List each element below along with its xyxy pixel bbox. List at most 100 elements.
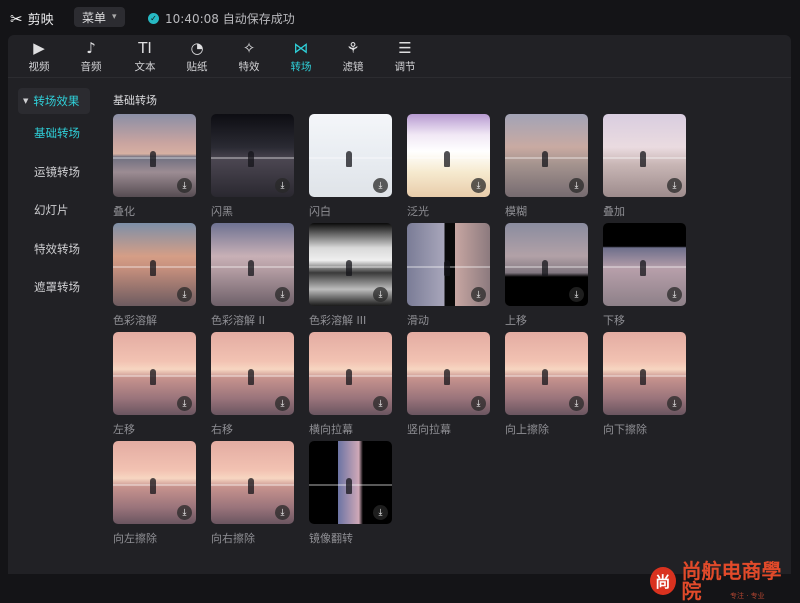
transition-name: 闪白 (309, 205, 331, 218)
sidebar-item[interactable]: 遮罩转场 (18, 268, 90, 307)
tab-text[interactable]: TI 文本 (122, 38, 168, 74)
transition-thumbnail[interactable]: ⤓ (113, 441, 196, 524)
tab-filter[interactable]: ⚘ 滤镜 (330, 38, 376, 74)
figure-silhouette (247, 260, 254, 277)
transition-thumbnail[interactable]: ⤓ (113, 332, 196, 415)
transition-card[interactable]: ⤓ 向右擦除 (211, 441, 294, 546)
figure-silhouette (639, 151, 646, 168)
transition-thumbnail[interactable]: ⤓ (211, 441, 294, 524)
transition-thumbnail[interactable]: ⤓ (603, 332, 686, 415)
transition-card[interactable]: ⤓ 滑动 (407, 223, 490, 328)
download-icon[interactable]: ⤓ (569, 396, 584, 411)
download-icon[interactable]: ⤓ (667, 178, 682, 193)
transition-name: 色彩溶解 II (211, 314, 265, 327)
transition-card[interactable]: ⤓ 横向拉幕 (309, 332, 392, 437)
transition-card[interactable]: ⤓ 叠加 (603, 114, 686, 219)
transition-thumbnail[interactable]: ⤓ (113, 223, 196, 306)
tab-transition[interactable]: ⋈ 转场 (278, 38, 324, 74)
sidebar-item[interactable]: 幻灯片 (18, 191, 90, 230)
watermark: 尚 尚航电商學院 专注 · 专业 (650, 561, 791, 601)
transition-thumbnail[interactable]: ⤓ (309, 441, 392, 524)
download-icon[interactable]: ⤓ (177, 505, 192, 520)
download-icon[interactable]: ⤓ (373, 178, 388, 193)
transition-thumbnail[interactable]: ⤓ (603, 114, 686, 197)
tab-effects[interactable]: ✧ 特效 (226, 38, 272, 74)
download-icon[interactable]: ⤓ (275, 178, 290, 193)
transition-card[interactable]: ⤓ 叠化 (113, 114, 196, 219)
sidebar-item[interactable]: 基础转场 (18, 114, 90, 153)
download-icon[interactable]: ⤓ (471, 178, 486, 193)
download-icon[interactable]: ⤓ (177, 287, 192, 302)
download-icon[interactable]: ⤓ (373, 505, 388, 520)
tab-sticker[interactable]: ◔ 贴纸 (174, 38, 220, 74)
transition-card[interactable]: ⤓ 向下擦除 (603, 332, 686, 437)
transition-card[interactable]: ⤓ 左移 (113, 332, 196, 437)
transition-card[interactable]: ⤓ 竖向拉幕 (407, 332, 490, 437)
sidebar-header-transition-effects[interactable]: ▼ 转场效果 (18, 88, 90, 114)
transition-card[interactable]: ⤓ 右移 (211, 332, 294, 437)
tab-audio[interactable]: ♪ 音频 (68, 38, 114, 74)
section-title: 基础转场 (113, 94, 157, 107)
transition-thumbnail[interactable]: ⤓ (407, 332, 490, 415)
download-icon[interactable]: ⤓ (373, 287, 388, 302)
app-logo: ✂ 剪映 (10, 9, 54, 29)
transition-thumbnail[interactable]: ⤓ (505, 223, 588, 306)
transition-name: 色彩溶解 (113, 314, 157, 327)
download-icon[interactable]: ⤓ (177, 178, 192, 193)
menu-button[interactable]: 菜单 ▾ (74, 7, 125, 27)
transition-thumbnail[interactable]: ⤓ (211, 223, 294, 306)
download-icon[interactable]: ⤓ (471, 396, 486, 411)
download-icon[interactable]: ⤓ (471, 287, 486, 302)
transition-thumbnail[interactable]: ⤓ (407, 223, 490, 306)
transition-thumbnail[interactable]: ⤓ (309, 332, 392, 415)
download-icon[interactable]: ⤓ (569, 178, 584, 193)
transition-thumbnail[interactable]: ⤓ (211, 332, 294, 415)
transition-card[interactable]: ⤓ 色彩溶解 II (211, 223, 294, 328)
transition-card[interactable]: ⤓ 下移 (603, 223, 686, 328)
tab-video[interactable]: ▶ 视频 (16, 38, 62, 74)
adjust-icon: ☰ (398, 39, 412, 57)
download-icon[interactable]: ⤓ (275, 287, 290, 302)
download-icon[interactable]: ⤓ (667, 396, 682, 411)
transition-card[interactable]: ⤓ 色彩溶解 III (309, 223, 392, 328)
tab-label: 特效 (238, 61, 260, 73)
transition-card[interactable]: ⤓ 模糊 (505, 114, 588, 219)
download-icon[interactable]: ⤓ (177, 396, 192, 411)
transition-thumbnail[interactable]: ⤓ (309, 223, 392, 306)
transition-card[interactable]: ⤓ 闪白 (309, 114, 392, 219)
transition-name: 向上擦除 (505, 423, 549, 436)
sidebar-item[interactable]: 运镜转场 (18, 153, 90, 192)
transition-thumbnail[interactable]: ⤓ (407, 114, 490, 197)
transition-card[interactable]: ⤓ 泛光 (407, 114, 490, 219)
text-icon: TI (138, 39, 152, 57)
transition-card[interactable]: ⤓ 向左擦除 (113, 441, 196, 546)
transition-card[interactable]: ⤓ 色彩溶解 (113, 223, 196, 328)
transition-icon: ⋈ (293, 39, 309, 57)
figure-silhouette (541, 260, 548, 277)
download-icon[interactable]: ⤓ (275, 505, 290, 520)
tab-adjust[interactable]: ☰ 调节 (382, 38, 428, 74)
download-icon[interactable]: ⤓ (373, 396, 388, 411)
download-icon[interactable]: ⤓ (569, 287, 584, 302)
transition-card[interactable]: ⤓ 镜像翻转 (309, 441, 392, 546)
check-icon: ✓ (148, 13, 159, 24)
transition-thumbnail[interactable]: ⤓ (505, 332, 588, 415)
transition-name: 右移 (211, 423, 233, 436)
transition-card[interactable]: ⤓ 闪黑 (211, 114, 294, 219)
download-icon[interactable]: ⤓ (275, 396, 290, 411)
app-name: 剪映 (27, 13, 54, 28)
transition-card[interactable]: ⤓ 上移 (505, 223, 588, 328)
transition-name: 叠加 (603, 205, 625, 218)
sidebar-header-label: 转场效果 (33, 94, 80, 108)
transition-thumbnail[interactable]: ⤓ (113, 114, 196, 197)
transition-thumbnail[interactable]: ⤓ (309, 114, 392, 197)
transition-thumbnail[interactable]: ⤓ (505, 114, 588, 197)
transition-thumbnail[interactable]: ⤓ (211, 114, 294, 197)
sidebar-item[interactable]: 特效转场 (18, 230, 90, 269)
capcut-logo-icon: ✂ (10, 9, 23, 28)
figure-silhouette (443, 260, 450, 277)
transition-card[interactable]: ⤓ 向上擦除 (505, 332, 588, 437)
tab-label: 视频 (28, 61, 50, 73)
download-icon[interactable]: ⤓ (667, 287, 682, 302)
transition-thumbnail[interactable]: ⤓ (603, 223, 686, 306)
